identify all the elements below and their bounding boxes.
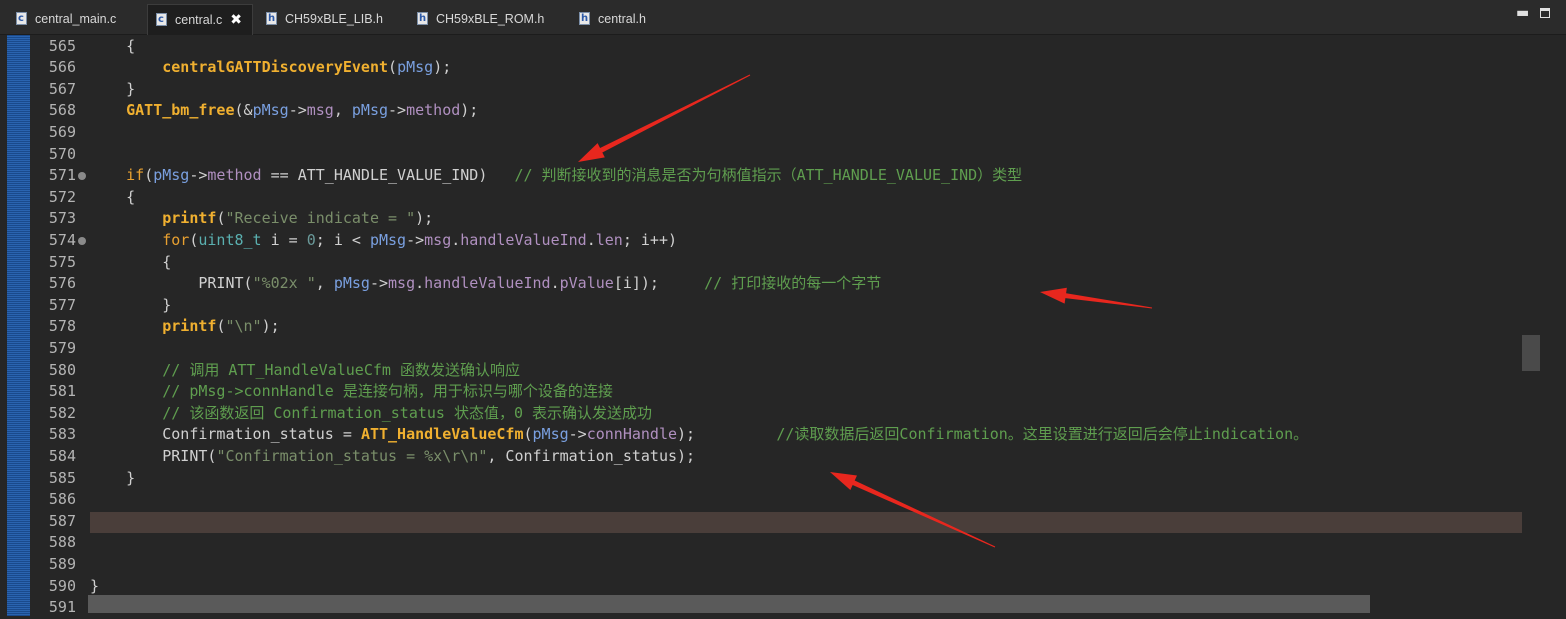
red-arrow-icon	[1040, 287, 1153, 309]
red-arrow-icon	[830, 472, 996, 548]
red-arrow-icon	[578, 74, 751, 162]
annotation-arrows	[578, 74, 1153, 548]
